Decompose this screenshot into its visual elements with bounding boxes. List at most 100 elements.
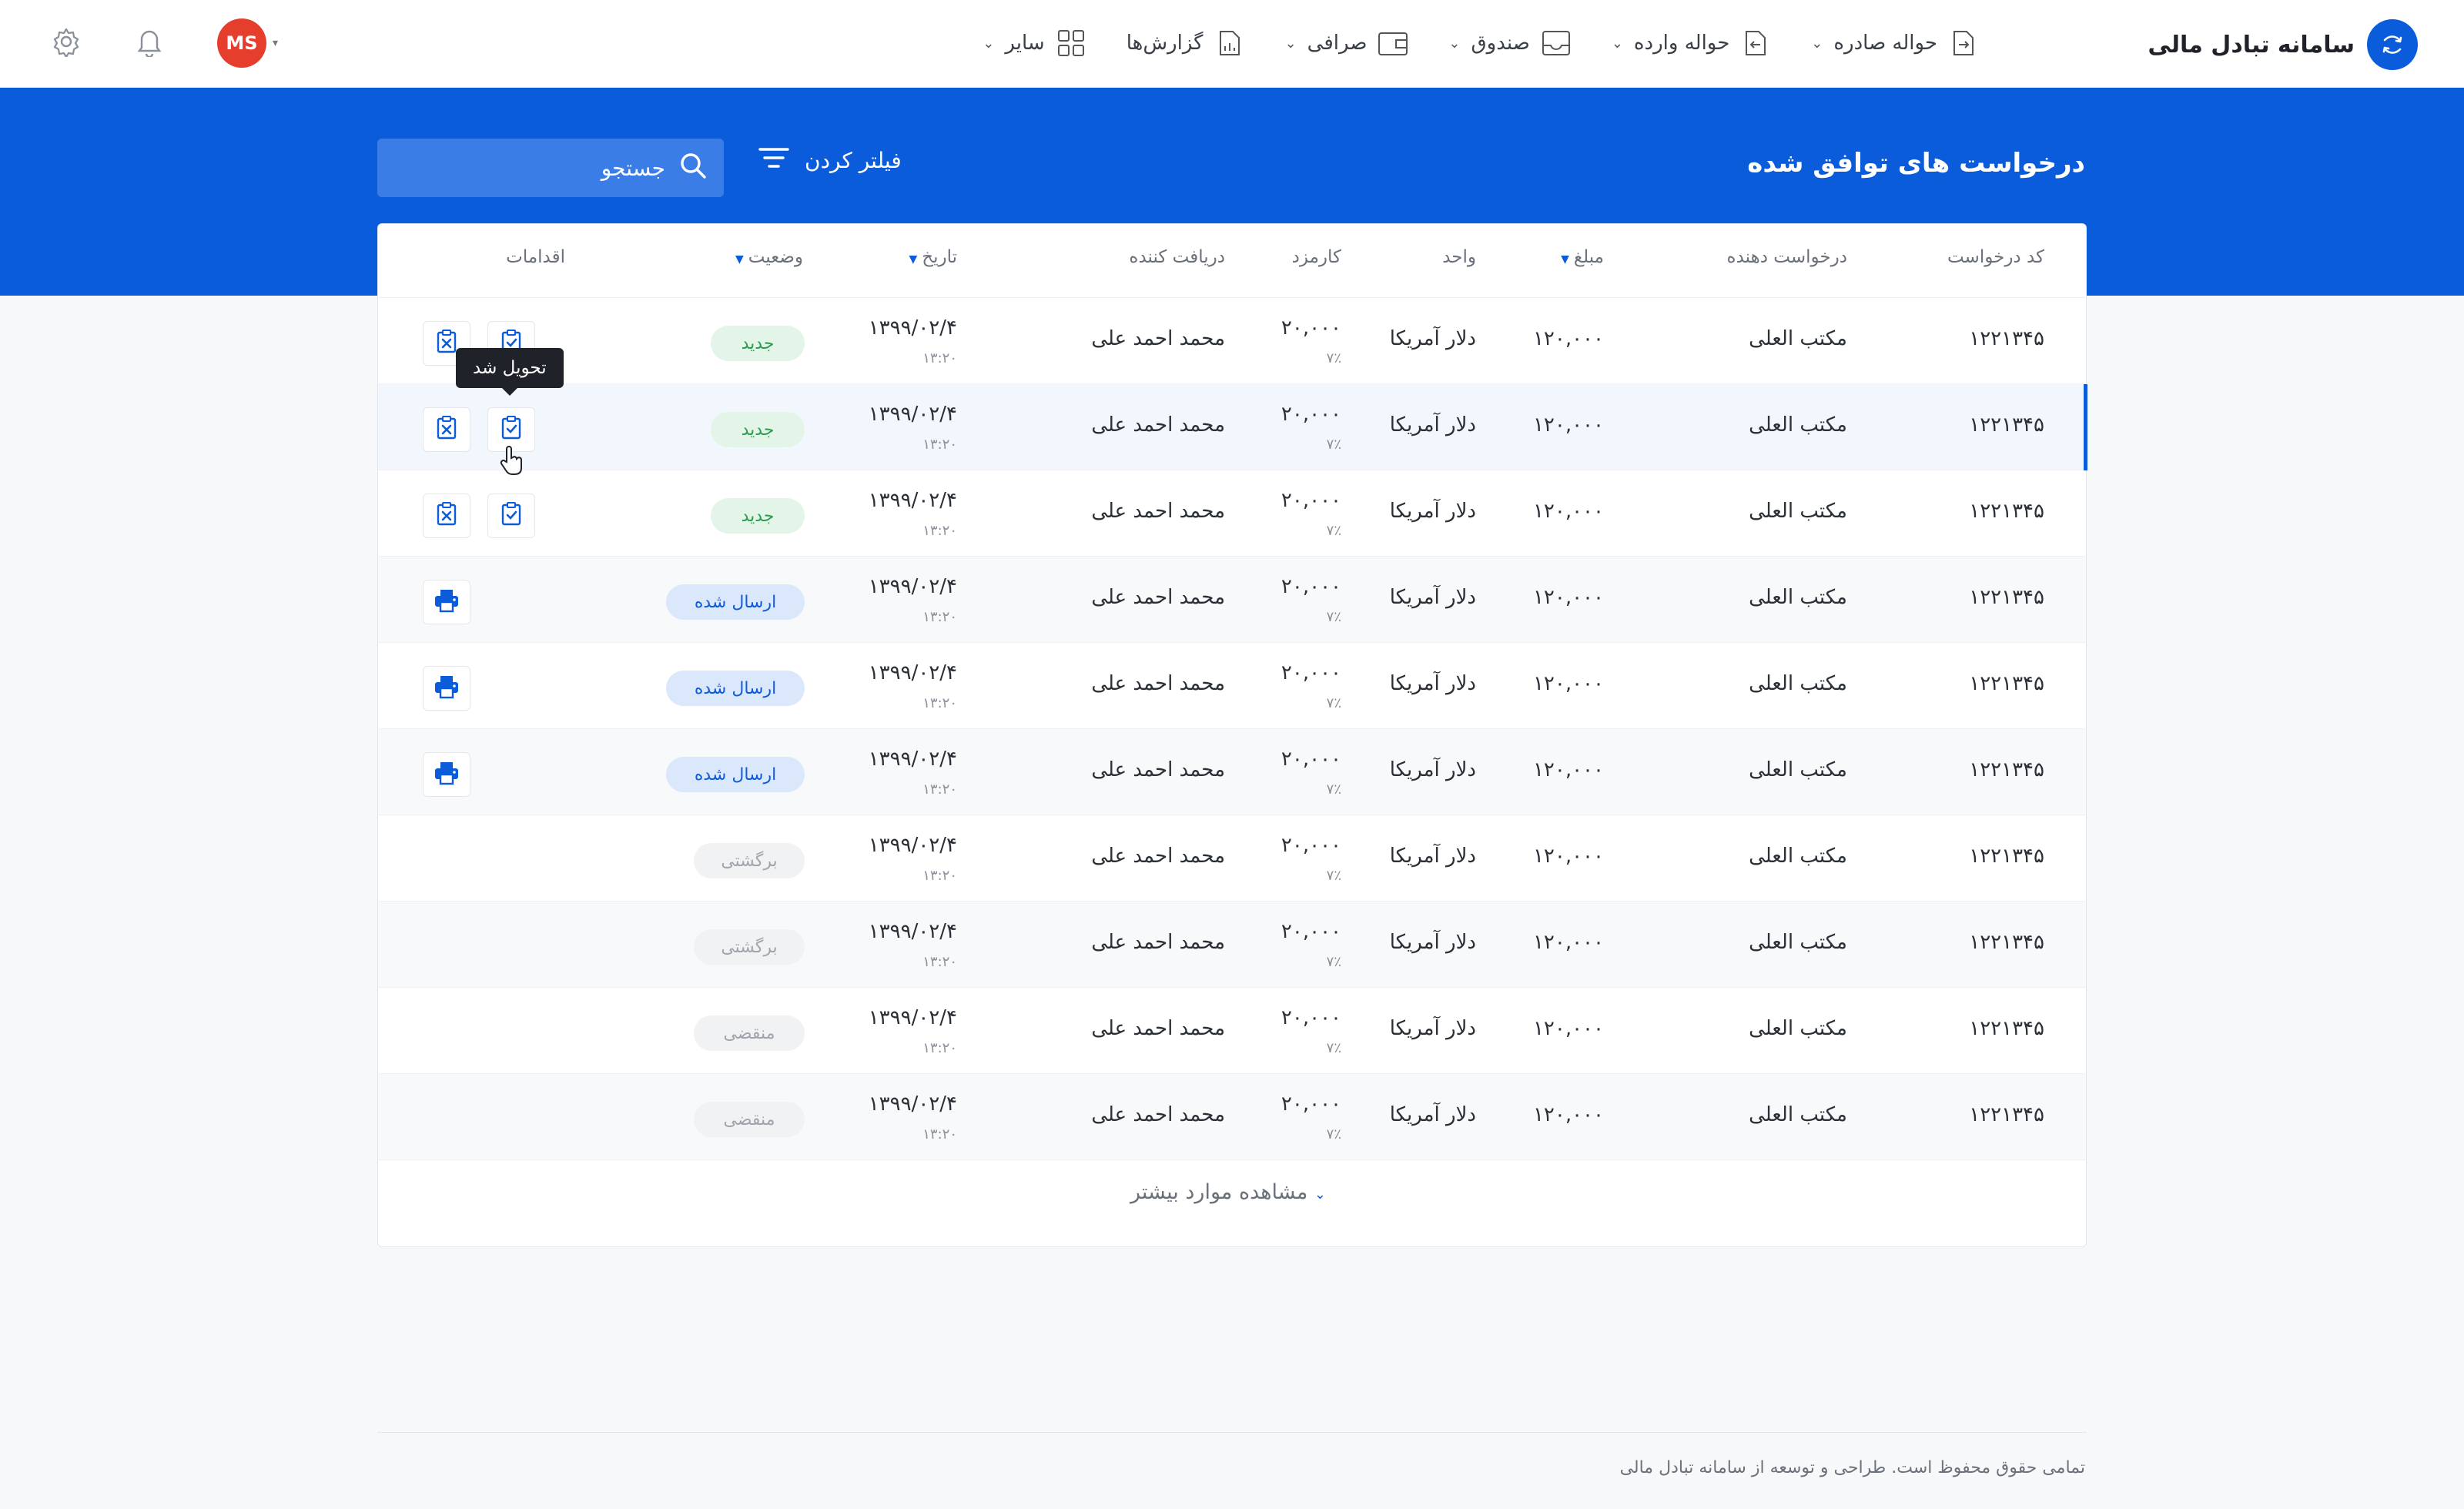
cell-requester: مکتب العلی	[1749, 758, 1847, 781]
cell-unit: دلار آمریکا	[1389, 413, 1476, 437]
table-row[interactable]: ۱۲۲۱۳۴۵ مکتب العلی ۱۲۰,۰۰۰ دلار آمریکا ۲۰,۰۰…	[378, 643, 2086, 729]
cell-requester: مکتب العلی	[1749, 413, 1847, 437]
cell-requester: مکتب العلی	[1749, 931, 1847, 954]
nav-item-outgoing[interactable]: حواله صادره ⌄	[1811, 28, 1979, 59]
chevron-down-icon: ⌄	[983, 35, 995, 52]
cell-receiver: محمد احمد علی	[1091, 413, 1225, 437]
sort-down-icon: ▼	[1561, 253, 1569, 266]
nav-label: سایر	[1005, 32, 1045, 55]
cell-time: ۱۳:۲۰	[922, 868, 957, 884]
cell-fee: ۲۰,۰۰۰	[1281, 661, 1341, 684]
cell-date: ۱۳۹۹/۰۲/۴	[868, 748, 957, 771]
table-header: کد درخواست درخواست دهنده مبلغ ▼ واحد کارم…	[378, 224, 2086, 298]
table-row[interactable]: ۱۲۲۱۳۴۵ مکتب العلی ۱۲۰,۰۰۰ دلار آمریکا ۲۰,۰۰…	[378, 298, 2086, 384]
col-header-amount[interactable]: مبلغ ▼	[1561, 247, 1604, 267]
cell-time: ۱۳:۲۰	[922, 695, 957, 711]
cell-date: ۱۳۹۹/۰۲/۴	[868, 661, 957, 684]
cell-amount: ۱۲۰,۰۰۰	[1532, 672, 1604, 695]
col-header-unit: واحد	[1442, 247, 1476, 267]
cell-fee: ۲۰,۰۰۰	[1281, 403, 1341, 426]
col-header-status[interactable]: وضعیت ▼	[735, 247, 803, 267]
cell-fee: ۲۰,۰۰۰	[1281, 316, 1341, 340]
user-menu[interactable]: MS ▾	[217, 18, 278, 68]
table-row[interactable]: ۱۲۲۱۳۴۵ مکتب العلی ۱۲۰,۰۰۰ دلار آمریکا ۲۰,۰۰…	[378, 470, 2086, 557]
cell-fee-percent: ۷٪	[1326, 868, 1341, 884]
cell-fee-percent: ۷٪	[1326, 1126, 1341, 1143]
top-navbar: سامانه تبادل مالی حواله صادره ⌄ حواله وا…	[0, 0, 2464, 88]
cell-date: ۱۳۹۹/۰۲/۴	[868, 1092, 957, 1116]
cell-code: ۱۲۲۱۳۴۵	[1969, 1017, 2044, 1040]
cell-receiver: محمد احمد علی	[1091, 586, 1225, 609]
cell-time: ۱۳:۲۰	[922, 609, 957, 625]
print-button[interactable]	[423, 580, 470, 624]
brand[interactable]: سامانه تبادل مالی	[2148, 19, 2418, 70]
cell-time: ۱۳:۲۰	[922, 437, 957, 453]
cell-fee-percent: ۷٪	[1326, 609, 1341, 625]
nav-label: حواله وارده	[1633, 32, 1730, 55]
cell-unit: دلار آمریکا	[1389, 672, 1476, 695]
load-more-label: مشاهده موارد بیشتر	[1130, 1180, 1308, 1204]
table-row[interactable]: ۱۲۲۱۳۴۵ مکتب العلی ۱۲۰,۰۰۰ دلار آمریکا ۲۰,۰۰…	[378, 815, 2086, 902]
cell-fee-percent: ۷٪	[1326, 437, 1341, 453]
cell-fee-percent: ۷٪	[1326, 350, 1341, 366]
bell-icon[interactable]	[136, 26, 163, 60]
nav-item-incoming[interactable]: حواله وارده ⌄	[1612, 28, 1771, 59]
col-header-actions: اقدامات	[506, 247, 565, 267]
gear-icon[interactable]	[51, 26, 82, 60]
chevron-down-icon: ⌄	[1811, 35, 1823, 52]
avatar[interactable]: MS	[217, 18, 266, 68]
tooltip: تحویل شد	[456, 348, 564, 396]
status-badge: منقضی	[694, 1015, 805, 1051]
status-badge: برگشتی	[694, 929, 805, 965]
sort-down-icon: ▼	[735, 253, 744, 266]
cell-fee-percent: ۷٪	[1326, 781, 1341, 798]
nav-item-reports[interactable]: گزارش‌ها	[1127, 28, 1245, 59]
cell-fee-percent: ۷٪	[1326, 695, 1341, 711]
cell-amount: ۱۲۰,۰۰۰	[1532, 327, 1604, 350]
hand-cursor-icon	[499, 445, 524, 479]
search-input[interactable]	[434, 155, 665, 181]
incoming-transfer-icon	[1740, 28, 1771, 59]
table-row[interactable]: ۱۲۲۱۳۴۵ مکتب العلی ۱۲۰,۰۰۰ دلار آمریکا ۲۰,۰۰…	[378, 729, 2086, 815]
cell-fee-percent: ۷٪	[1326, 523, 1341, 539]
cell-receiver: محمد احمد علی	[1091, 1017, 1225, 1040]
cell-code: ۱۲۲۱۳۴۵	[1969, 413, 2044, 437]
nav-item-cashbox[interactable]: صندوق ⌄	[1448, 28, 1571, 59]
table-row[interactable]: ۱۲۲۱۳۴۵ مکتب العلی ۱۲۰,۰۰۰ دلار آمریکا ۲۰,۰۰…	[378, 557, 2086, 643]
cell-unit: دلار آمریکا	[1389, 500, 1476, 523]
brand-title: سامانه تبادل مالی	[2148, 31, 2355, 59]
table-row[interactable]: ۱۲۲۱۳۴۵ مکتب العلی ۱۲۰,۰۰۰ دلار آمریکا ۲۰,۰۰…	[378, 384, 2087, 470]
col-header-date[interactable]: تاریخ ▼	[909, 247, 957, 267]
print-button[interactable]	[423, 752, 470, 797]
cancel-button[interactable]	[423, 494, 470, 538]
table-row[interactable]: ۱۲۲۱۳۴۵ مکتب العلی ۱۲۰,۰۰۰ دلار آمریکا ۲۰,۰۰…	[378, 902, 2086, 988]
chevron-down-icon: ⌄	[1284, 35, 1297, 52]
cell-fee: ۲۰,۰۰۰	[1281, 1006, 1341, 1029]
footer-divider	[377, 1432, 2087, 1433]
search-box[interactable]	[377, 139, 724, 197]
nav-item-exchange[interactable]: صرافی ⌄	[1285, 28, 1409, 59]
print-button[interactable]	[423, 666, 470, 711]
wallet-icon	[1378, 28, 1408, 59]
status-badge: ارسال شده	[666, 671, 805, 706]
cell-time: ۱۳:۲۰	[922, 350, 957, 366]
nav-item-other[interactable]: سایر ⌄	[983, 28, 1086, 59]
cell-requester: مکتب العلی	[1749, 327, 1847, 350]
cell-amount: ۱۲۰,۰۰۰	[1532, 845, 1604, 868]
cell-code: ۱۲۲۱۳۴۵	[1969, 500, 2044, 523]
cell-date: ۱۳۹۹/۰۲/۴	[868, 834, 957, 857]
cell-date: ۱۳۹۹/۰۲/۴	[868, 316, 957, 340]
status-badge: ارسال شده	[666, 757, 805, 792]
table-row[interactable]: ۱۲۲۱۳۴۵ مکتب العلی ۱۲۰,۰۰۰ دلار آمریکا ۲۰,۰۰…	[378, 988, 2086, 1074]
cell-date: ۱۳۹۹/۰۲/۴	[868, 920, 957, 943]
cancel-button[interactable]	[423, 407, 470, 452]
filter-button[interactable]: فیلتر کردن	[758, 146, 902, 175]
cell-code: ۱۲۲۱۳۴۵	[1969, 586, 2044, 609]
load-more-button[interactable]: ⌄ مشاهده موارد بیشتر	[378, 1180, 2086, 1204]
cell-amount: ۱۲۰,۰۰۰	[1532, 758, 1604, 781]
deliver-button[interactable]	[487, 494, 535, 538]
cell-code: ۱۲۲۱۳۴۵	[1969, 845, 2044, 868]
cell-receiver: محمد احمد علی	[1091, 931, 1225, 954]
table-row[interactable]: ۱۲۲۱۳۴۵ مکتب العلی ۱۲۰,۰۰۰ دلار آمریکا ۲۰,۰۰…	[378, 1074, 2086, 1160]
cell-unit: دلار آمریکا	[1389, 845, 1476, 868]
